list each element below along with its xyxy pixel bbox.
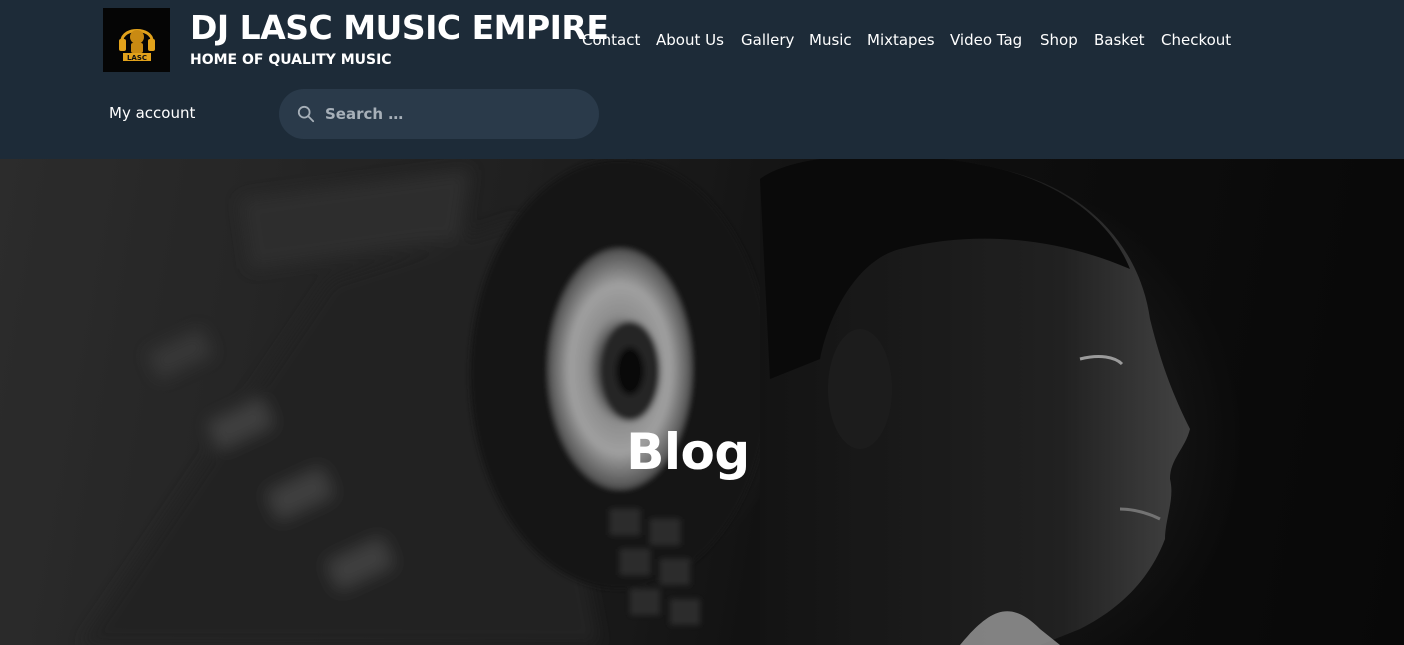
search-icon bbox=[297, 105, 315, 123]
site-title[interactable]: DJ LASC MUSIC EMPIRE bbox=[190, 8, 609, 47]
site-tagline: HOME OF QUALITY MUSIC bbox=[190, 52, 392, 68]
nav-item-about-us[interactable]: About Us bbox=[656, 31, 725, 49]
search-input[interactable] bbox=[325, 99, 575, 129]
nav-item-contact[interactable]: Contact bbox=[582, 31, 640, 49]
hero-banner: Blog bbox=[0, 159, 1404, 645]
nav-item-shop[interactable]: Shop bbox=[1040, 31, 1078, 49]
nav-item-checkout[interactable]: Checkout bbox=[1161, 31, 1231, 49]
nav-item-music[interactable]: Music bbox=[809, 31, 852, 49]
site-header: LASC DJ LASC MUSIC EMPIRE HOME OF QUALIT… bbox=[0, 0, 1404, 159]
nav-item-video-tag[interactable]: Video Tag bbox=[950, 31, 1024, 49]
nav-item-gallery[interactable]: Gallery bbox=[741, 31, 794, 49]
main-nav: Contact About Us Gallery Music Mixtapes … bbox=[582, 31, 1231, 49]
site-logo[interactable]: LASC bbox=[103, 8, 170, 72]
page-title: Blog bbox=[626, 423, 750, 481]
dj-headphones-logo-icon: LASC bbox=[118, 29, 155, 62]
dj-at-turntable-photo bbox=[0, 159, 1404, 645]
nav-item-basket[interactable]: Basket bbox=[1094, 31, 1145, 49]
my-account-link[interactable]: My account bbox=[109, 104, 195, 122]
nav-item-mixtapes[interactable]: Mixtapes bbox=[867, 31, 935, 49]
search-box[interactable] bbox=[279, 89, 599, 139]
svg-text:LASC: LASC bbox=[126, 54, 146, 62]
